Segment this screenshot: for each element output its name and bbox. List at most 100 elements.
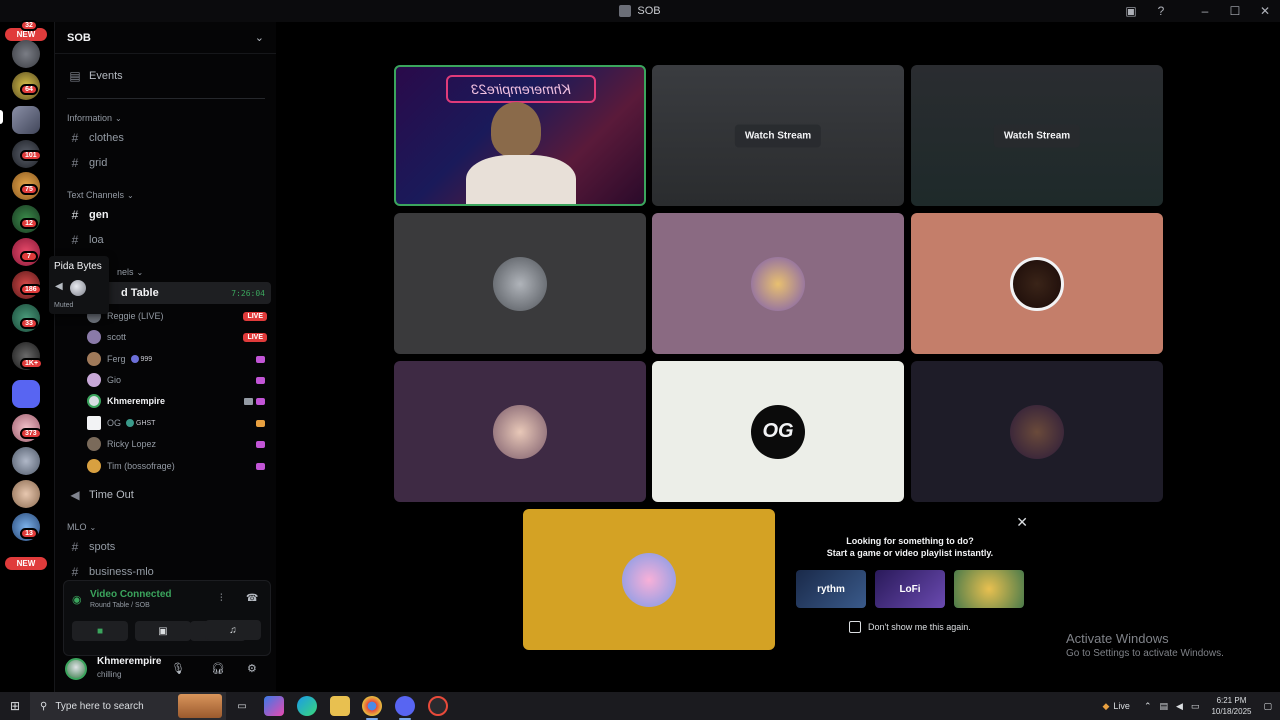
folder-icon[interactable] [12, 380, 40, 408]
new-pill-bottom[interactable]: NEW [5, 557, 47, 570]
inbox-icon[interactable]: ▣ [1116, 0, 1146, 22]
channel-sidebar: SOB ⌄ ▤ Events Information ⌄ # clothes #… [54, 22, 276, 692]
maximize-button[interactable]: ☐ [1220, 0, 1250, 22]
member-item[interactable]: Khmerempire [87, 391, 267, 411]
gear-icon[interactable]: ⚙ [247, 662, 257, 675]
search-icon: ⚲ [40, 700, 48, 712]
video-tile-avatar[interactable]: OG [652, 361, 904, 502]
hash-icon: # [71, 565, 79, 579]
category-text-channels[interactable]: Text Channels ⌄ [55, 188, 277, 202]
guild-header[interactable]: SOB ⌄ [55, 22, 276, 54]
dont-show-checkbox[interactable] [849, 621, 861, 633]
voice-timer: 7:26:04 [231, 288, 265, 298]
video-tile-avatar[interactable] [523, 509, 775, 650]
server-icon[interactable] [12, 480, 40, 508]
server-icon[interactable] [12, 40, 40, 68]
channel-clothes[interactable]: # clothes [55, 128, 277, 148]
camera-icon [244, 397, 253, 405]
copilot-icon[interactable] [264, 696, 284, 716]
taskbar-search[interactable]: ⚲ Type here to search [30, 692, 226, 720]
channel-grid[interactable]: # grid [55, 153, 277, 173]
member-item[interactable]: Tim (bossofrage) [87, 456, 267, 476]
unread-badge: 7 [20, 251, 38, 262]
headphones-icon[interactable]: 🎧︎ [211, 662, 225, 675]
server-icon[interactable] [12, 106, 40, 134]
disconnect-icon[interactable]: ☎ [246, 593, 258, 604]
unread-badge: 32 [20, 20, 38, 31]
video-tile-stream[interactable]: Watch Stream [652, 65, 904, 206]
network-icon[interactable]: ▤ [1159, 701, 1168, 712]
category-mlo[interactable]: MLO ⌄ [55, 520, 277, 534]
activity-heading: Looking for something to do? [846, 536, 974, 546]
member-item[interactable]: Ferg 999 [87, 349, 267, 369]
avatar [87, 352, 101, 366]
noise-suppression-icon[interactable]: ⫶ [220, 593, 223, 604]
avatar [87, 373, 101, 387]
volume-icon[interactable]: ◀ [1176, 701, 1183, 712]
activity-card-lofi[interactable]: LoFi [875, 570, 945, 608]
windows-start-icon[interactable]: ⊞ [0, 692, 30, 720]
voice-channel-time-out[interactable]: ◀ Time Out [55, 485, 277, 505]
watch-stream-button[interactable]: Watch Stream [993, 124, 1081, 147]
channel-loa[interactable]: # loa [55, 230, 277, 250]
server-icon[interactable] [12, 447, 40, 475]
dont-show-label: Don't show me this again. [868, 622, 971, 632]
clock[interactable]: 6:21 PM 10/18/2025 [1211, 695, 1251, 717]
member-item[interactable]: OG GHST [87, 413, 267, 433]
chevron-up-icon[interactable]: ⌃ [1144, 701, 1152, 712]
weather-label[interactable]: Live [1113, 701, 1130, 711]
member-item[interactable]: Gio [87, 370, 267, 390]
unread-badge: 75 [20, 184, 38, 195]
member-item[interactable]: Reggie (LIVE) LIVE [87, 306, 267, 326]
activity-icon [256, 355, 265, 363]
member-item[interactable]: Ricky Lopez [87, 434, 267, 454]
video-tile-avatar[interactable] [911, 361, 1163, 502]
clan-tag-icon [126, 419, 135, 427]
watch-stream-button[interactable]: Watch Stream [734, 124, 822, 147]
help-icon[interactable]: ? [1146, 0, 1176, 22]
voice-status[interactable]: Video Connected [90, 589, 172, 600]
activity-icon [256, 462, 265, 470]
channel-gen[interactable]: # gen [55, 205, 277, 225]
avatar [751, 256, 805, 311]
activity-subheading: Start a game or video playlist instantly… [826, 548, 994, 558]
minimize-button[interactable]: – [1190, 0, 1220, 22]
microphone-icon[interactable]: 🎙︎ [171, 662, 185, 675]
avatar[interactable] [65, 658, 87, 680]
file-explorer-icon[interactable] [330, 696, 350, 716]
video-tile-avatar[interactable] [394, 361, 646, 502]
camera-button[interactable]: ■ [72, 621, 128, 641]
activity-icon [256, 440, 265, 448]
avatar [1010, 256, 1064, 311]
video-tile-avatar[interactable] [652, 213, 904, 354]
avatar [87, 437, 101, 451]
battery-icon[interactable]: ▭ [1191, 701, 1200, 712]
notifications-icon[interactable]: ▢ [1263, 701, 1272, 712]
events-item[interactable]: ▤ Events [55, 66, 277, 86]
screen-share-button[interactable]: ▣ [135, 621, 191, 641]
live-badge: LIVE [243, 332, 267, 342]
activity-card-rythm[interactable]: rythm [796, 570, 866, 608]
obs-icon[interactable] [428, 696, 448, 716]
close-icon[interactable]: ✕ [1016, 514, 1028, 531]
task-view-icon[interactable]: ▭ [232, 696, 252, 716]
activity-icon [256, 376, 265, 384]
activity-suggestion: ✕ Looking for something to do? Start a g… [784, 508, 1036, 650]
user-tooltip: Pida Bytes ◀ Muted [49, 256, 109, 314]
member-item[interactable]: scott LIVE [87, 327, 267, 347]
video-tile-stream[interactable]: Watch Stream [911, 65, 1163, 206]
unread-badge: 33 [20, 318, 38, 329]
video-tile-stream[interactable]: Khmerempire23 [394, 65, 646, 206]
activity-card-game[interactable] [954, 570, 1024, 608]
soundboard-button[interactable]: ♫ [205, 620, 261, 640]
video-tile-avatar[interactable] [394, 213, 646, 354]
category-information[interactable]: Information ⌄ [55, 111, 277, 125]
events-label: Events [89, 70, 123, 82]
discord-icon[interactable] [395, 696, 415, 720]
channel-spots[interactable]: # spots [55, 537, 277, 557]
video-tile-avatar[interactable] [911, 213, 1163, 354]
chrome-icon[interactable] [362, 696, 382, 720]
channel-business-mlo[interactable]: # business-mlo [55, 562, 277, 582]
close-window-button[interactable]: ✕ [1250, 0, 1280, 22]
edge-icon[interactable] [297, 696, 317, 716]
